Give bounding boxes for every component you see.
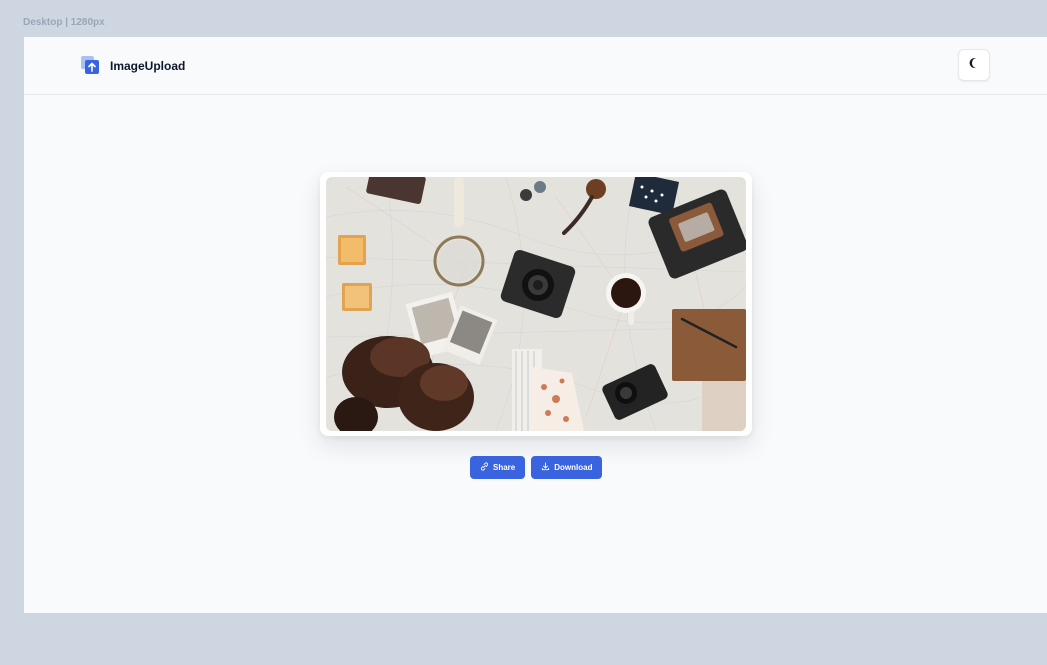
upload-logo-icon xyxy=(81,56,101,76)
header: ImageUpload xyxy=(24,37,1047,95)
image-card xyxy=(320,172,752,436)
share-button[interactable]: Share xyxy=(470,456,526,479)
moon-icon xyxy=(968,56,980,74)
image-actions: Share Download xyxy=(470,456,603,479)
app-frame: ImageUpload Share Download xyxy=(24,37,1047,613)
brand[interactable]: ImageUpload xyxy=(81,56,185,76)
brand-name: ImageUpload xyxy=(110,59,186,73)
download-button-label: Download xyxy=(554,463,593,472)
frame-label: Desktop | 1280px xyxy=(23,17,105,28)
link-icon xyxy=(480,462,489,473)
theme-toggle-button[interactable] xyxy=(958,49,990,81)
share-button-label: Share xyxy=(493,463,516,472)
download-icon xyxy=(541,462,550,473)
uploaded-image[interactable] xyxy=(326,177,746,431)
download-button[interactable]: Download xyxy=(531,456,603,479)
flatlay-photo xyxy=(326,177,746,431)
